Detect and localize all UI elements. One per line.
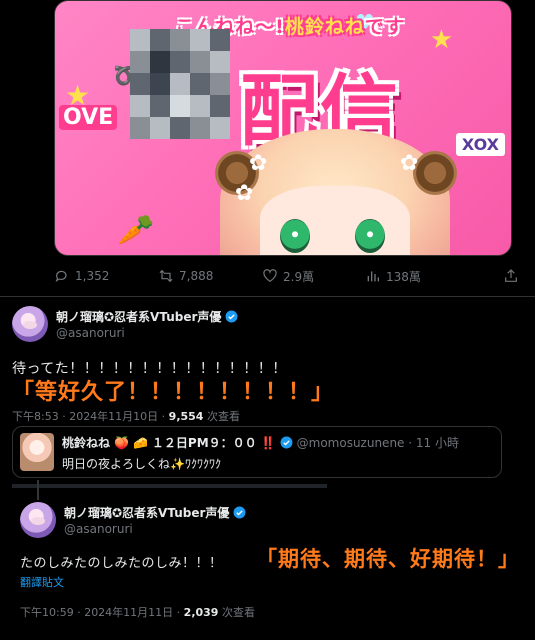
stream-thumbnail-image[interactable]: ★ ★ ➿ ♥ OVE XOX こんねね～! 桃鈴ねね です 配信 ✿ ✿ ✿ …: [54, 0, 512, 256]
translation-overlay: 「等好久了！！！！！！！！」: [12, 380, 335, 405]
share-button[interactable]: [503, 268, 519, 284]
reply-button[interactable]: 1,352: [54, 268, 109, 284]
mosaic-censor: [130, 29, 230, 139]
post-text: たのしみたのしみたのしみ！！！: [20, 556, 223, 571]
quoted-text: 明日の夜よろしくね✨ﾜｸﾜｸﾜｸ: [62, 457, 221, 471]
cheese-icon: 🧀: [132, 435, 148, 450]
quoted-author: 桃鈴ねね 🍑 🧀 １２日PM９：００ ‼️ @momosuzunene · 11…: [62, 434, 459, 451]
display-name-text: 朝ノ瑠璃✪忍者系VTuber声優: [56, 310, 222, 324]
reply-icon: [55, 270, 67, 283]
streamer-name-text: 桃鈴ねね: [284, 15, 365, 38]
peach-icon: 🍑: [114, 435, 129, 450]
flower-icon: ✿: [235, 181, 254, 206]
flower-icon: ✿: [249, 151, 268, 176]
verified-badge-icon: [233, 506, 246, 519]
post-timestamp[interactable]: 下午8:53 · 2024年11月10日 ·: [12, 410, 169, 423]
post-display-name[interactable]: 朝ノ瑠璃✪忍者系VTuber声優: [56, 308, 238, 325]
avatar[interactable]: [12, 306, 48, 342]
avatar[interactable]: [20, 502, 56, 538]
retweet-icon: [159, 269, 173, 283]
avatar: [20, 433, 54, 471]
share-icon: [505, 269, 517, 282]
post-display-name[interactable]: 朝ノ瑠璃✪忍者系VTuber声優: [64, 504, 246, 521]
section-divider: [0, 296, 535, 297]
post-handle[interactable]: @asanoruri: [56, 326, 125, 340]
thumbnail-deco-text: OVE: [59, 105, 118, 130]
separator-bar: [12, 484, 327, 488]
reply-count: 1,352: [75, 269, 110, 283]
views-label: 次查看: [218, 606, 255, 619]
retweet-button[interactable]: 7,888: [158, 268, 213, 284]
post-view-count: 2,039: [183, 606, 219, 619]
views-button[interactable]: 138萬: [365, 268, 421, 285]
display-name-text: 桃鈴ねね: [62, 436, 111, 450]
post-view-count: 9,554: [168, 410, 204, 423]
thread-connector: [37, 480, 39, 500]
character-eye: [355, 219, 385, 253]
verified-badge-icon: [225, 310, 238, 323]
post-timestamp[interactable]: 下午10:59 · 2024年11月11日 ·: [20, 606, 184, 619]
double-exclamation-icon: ‼️: [260, 435, 276, 450]
sheep-horn-icon: [413, 151, 457, 195]
display-name-suffix: １２日PM９：００: [151, 436, 257, 450]
heart-outline-icon: [263, 269, 277, 283]
like-count: 2.9萬: [283, 269, 315, 284]
views-count: 138萬: [386, 269, 421, 284]
display-name-text: 朝ノ瑠璃✪忍者系VTuber声優: [64, 506, 230, 520]
views-label: 次查看: [203, 410, 240, 423]
post-handle[interactable]: @asanoruri: [64, 522, 133, 536]
character-eye: [280, 219, 310, 253]
thumbnail-deco-text: XOX: [455, 133, 505, 156]
quoted-tweet[interactable]: 桃鈴ねね 🍑 🧀 １２日PM９：００ ‼️ @momosuzunene · 11…: [12, 426, 502, 478]
greeting-suffix: です: [364, 15, 405, 38]
flower-icon: ✿: [400, 151, 419, 176]
tweet-action-bar: 1,352 7,888 2.9萬 138萬: [54, 266, 519, 286]
bar-chart-icon: [367, 271, 379, 282]
translation-overlay: 「期待、期待、好期待！」: [256, 547, 520, 571]
post-meta: 下午10:59 · 2024年11月11日 · 2,039 次查看: [20, 604, 255, 620]
translate-post-link[interactable]: 翻譯貼文: [20, 574, 64, 590]
retweet-count: 7,888: [179, 269, 214, 283]
quoted-handle-time: @momosuzunene · 11 小時: [296, 436, 459, 450]
verified-badge-icon: [280, 436, 293, 449]
like-button[interactable]: 2.9萬: [262, 268, 314, 285]
carrot-mascot-icon: 🥕: [117, 213, 155, 248]
post-meta: 下午8:53 · 2024年11月10日 · 9,554 次查看: [12, 408, 240, 424]
